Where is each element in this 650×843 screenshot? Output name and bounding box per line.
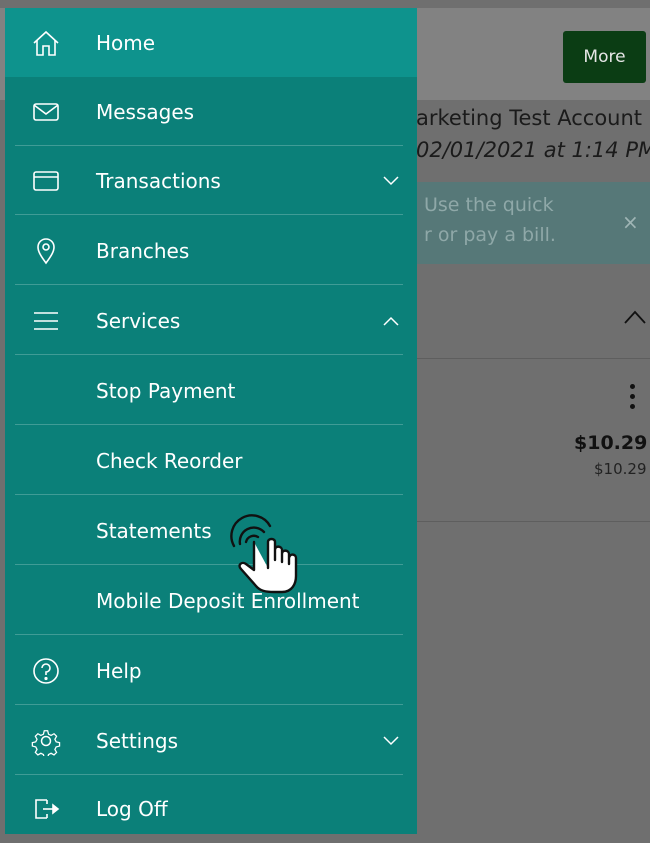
divider [15, 494, 403, 495]
divider [15, 634, 403, 635]
banner-close-icon[interactable]: × [622, 210, 639, 234]
help-circle-icon [31, 656, 61, 686]
chevron-down-icon[interactable] [383, 735, 399, 746]
chevron-up-icon[interactable] [383, 316, 399, 326]
transaction-amount: $10.29 [574, 432, 648, 454]
envelope-icon [31, 97, 61, 127]
menu-item-services[interactable]: Services [5, 286, 417, 355]
account-name: arketing Test Account [416, 106, 643, 130]
menu-item-help[interactable]: Help [5, 636, 417, 705]
menu-item-label: Services [96, 308, 181, 333]
tap-hand-icon [226, 512, 302, 594]
menu-item-label: Stop Payment [96, 378, 236, 403]
menu-item-branches[interactable]: Branches [5, 216, 417, 285]
menu-item-label: Log Off [96, 796, 168, 821]
divider [15, 214, 403, 215]
menu-item-label: Branches [96, 238, 190, 263]
navigation-drawer: Home Messages Transactions Branches Serv… [5, 8, 417, 834]
divider [15, 354, 403, 355]
menu-item-settings[interactable]: Settings [5, 706, 417, 775]
menu-item-label: Messages [96, 99, 195, 124]
menu-item-label: Transactions [96, 168, 221, 193]
divider [15, 424, 403, 425]
submenu-item-mobile-deposit-enrollment[interactable]: Mobile Deposit Enrollment [5, 566, 417, 635]
submenu-item-statements[interactable]: Statements [5, 496, 417, 565]
menu-item-home[interactable]: Home [5, 8, 417, 77]
more-button[interactable]: More [563, 31, 646, 83]
transaction-balance: $10.29 [594, 460, 647, 478]
location-pin-icon [31, 236, 61, 266]
menu-item-label: Settings [96, 728, 179, 753]
divider [416, 521, 650, 522]
divider [15, 284, 403, 285]
gear-icon [31, 726, 61, 756]
info-banner-text: Use the quick r or pay a bill. [424, 194, 556, 246]
menu-item-label: Statements [96, 518, 212, 543]
divider [15, 704, 403, 705]
chevron-down-icon[interactable] [383, 175, 399, 186]
submenu-item-check-reorder[interactable]: Check Reorder [5, 426, 417, 495]
kebab-menu-icon[interactable] [628, 384, 636, 414]
card-icon [31, 166, 61, 196]
divider [15, 564, 403, 565]
account-updated-date: 02/01/2021 at 1:14 PM [416, 138, 650, 162]
divider [416, 358, 650, 359]
submenu-item-stop-payment[interactable]: Stop Payment [5, 356, 417, 425]
menu-item-messages[interactable]: Messages [5, 77, 417, 146]
chevron-up-icon[interactable] [624, 310, 646, 324]
menu-item-label: Home [96, 30, 156, 55]
menu-item-label: Help [96, 658, 142, 683]
logout-icon [31, 794, 61, 824]
menu-item-log-off[interactable]: Log Off [5, 774, 417, 843]
home-icon [31, 28, 61, 58]
menu-item-label: Check Reorder [96, 448, 243, 473]
menu-lines-icon [31, 306, 61, 336]
menu-item-transactions[interactable]: Transactions [5, 146, 417, 215]
